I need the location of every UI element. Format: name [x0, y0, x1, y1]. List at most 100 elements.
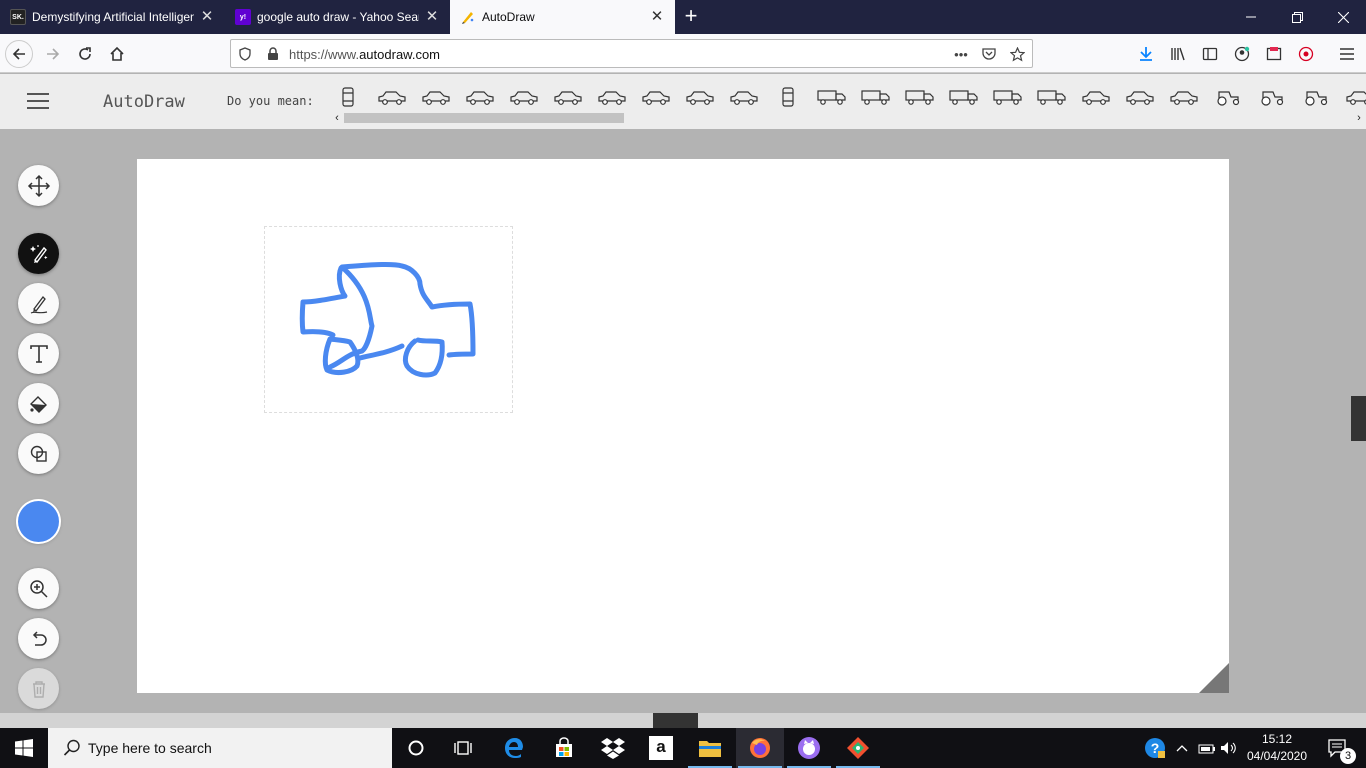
- addon-icon[interactable]: [1296, 44, 1316, 64]
- dropbox-icon[interactable]: [589, 728, 637, 768]
- lock-icon[interactable]: [265, 46, 281, 62]
- action-center-icon[interactable]: 3: [1318, 728, 1358, 768]
- bottom-panel-handle[interactable]: [653, 713, 698, 728]
- suggestion-minivan-icon[interactable]: [1342, 82, 1366, 112]
- color-picker-button[interactable]: [18, 501, 59, 542]
- autodraw-tool-button[interactable]: [18, 233, 59, 274]
- delete-button[interactable]: [18, 668, 59, 709]
- extension-icon[interactable]: [1264, 44, 1284, 64]
- suggestion-scrollbar[interactable]: ‹ ›: [330, 111, 1366, 125]
- reload-button[interactable]: [71, 40, 99, 68]
- suggestion-fire-truck-icon[interactable]: [902, 82, 938, 112]
- page-actions-icon[interactable]: •••: [953, 46, 969, 62]
- minimize-icon[interactable]: [1228, 0, 1274, 34]
- suggestion-sports-car-icon[interactable]: [418, 82, 454, 112]
- taskbar-clock[interactable]: 15:12 04/04/2020: [1244, 731, 1310, 765]
- task-view-icon[interactable]: [440, 728, 488, 768]
- forward-button[interactable]: [39, 40, 67, 68]
- windows-logo-icon: [15, 739, 33, 757]
- cortana-icon[interactable]: [392, 728, 440, 768]
- suggestion-car-front-icon[interactable]: [770, 82, 806, 112]
- suggestion-tractor-icon[interactable]: [1210, 82, 1246, 112]
- account-icon[interactable]: [1232, 44, 1252, 64]
- suggestion-coupe-icon[interactable]: [506, 82, 542, 112]
- browser-tab-bar: SK. Demystifying Artificial Intelligence…: [0, 0, 1366, 34]
- suggestion-farm-tractor-icon[interactable]: [1254, 82, 1290, 112]
- suggestion-trolley-icon[interactable]: [858, 82, 894, 112]
- chevron-up-icon[interactable]: [1172, 728, 1192, 768]
- suggestion-prompt: Do you mean:: [227, 94, 314, 108]
- home-button[interactable]: [103, 40, 131, 68]
- suggestion-limousine-icon[interactable]: [726, 82, 762, 112]
- suggestion-pickup-icon[interactable]: [1078, 82, 1114, 112]
- restore-icon[interactable]: [1274, 0, 1320, 34]
- suggestion-sedan-icon[interactable]: [550, 82, 586, 112]
- tab-title: AutoDraw: [482, 10, 535, 24]
- back-button[interactable]: [5, 40, 33, 68]
- suggestion-wagon-icon[interactable]: [1166, 82, 1202, 112]
- hamburger-menu-icon[interactable]: [27, 93, 49, 109]
- shield-icon[interactable]: [237, 46, 253, 62]
- tab-title: google auto draw - Yahoo Search: [257, 10, 419, 24]
- canvas-resize-handle[interactable]: [1199, 663, 1229, 693]
- suggestion-tractor-with-arm-icon[interactable]: [1298, 82, 1334, 112]
- move-tool-button[interactable]: [18, 165, 59, 206]
- menu-icon[interactable]: [1337, 44, 1357, 64]
- zoom-in-icon: [29, 579, 48, 598]
- amazon-icon[interactable]: a: [637, 728, 685, 768]
- close-tab-icon[interactable]: ✕: [199, 9, 215, 25]
- start-button[interactable]: [0, 728, 48, 768]
- suggestion-classic-car-icon[interactable]: [638, 82, 674, 112]
- tab-demystifying-ai[interactable]: SK. Demystifying Artificial Intelligence…: [0, 0, 225, 34]
- clock-time: 15:12: [1261, 732, 1293, 746]
- taskbar-search[interactable]: Type here to search: [48, 728, 392, 768]
- github-desktop-icon[interactable]: [785, 728, 833, 768]
- library-icon[interactable]: [1168, 44, 1188, 64]
- suggestion-suv-icon[interactable]: [682, 82, 718, 112]
- bookmark-star-icon[interactable]: [1009, 46, 1025, 62]
- scroll-left-arrow-icon[interactable]: ‹: [330, 111, 344, 125]
- address-bar[interactable]: https://www.autodraw.com •••: [230, 39, 1033, 68]
- car-doodle[interactable]: [137, 159, 1229, 693]
- type-tool-button[interactable]: [18, 333, 59, 374]
- suggestion-car-top-view-icon[interactable]: [330, 82, 366, 112]
- app-logo: AutoDraw: [103, 92, 185, 112]
- help-icon[interactable]: ?: [1142, 728, 1168, 768]
- suggestion-small-car-icon[interactable]: [462, 82, 498, 112]
- close-tab-icon[interactable]: ✕: [649, 9, 665, 25]
- windows-taskbar: Type here to search a ? 15:12 04/04/2020…: [0, 728, 1366, 768]
- pocket-icon[interactable]: [981, 46, 997, 62]
- downloads-icon[interactable]: [1136, 44, 1156, 64]
- suggestion-semi-truck-icon[interactable]: [1034, 82, 1070, 112]
- suggestion-race-car-icon[interactable]: [374, 82, 410, 112]
- suggestion-jeep-icon[interactable]: [1122, 82, 1158, 112]
- battery-icon[interactable]: [1196, 728, 1218, 768]
- edge-icon[interactable]: [490, 728, 538, 768]
- fill-tool-button[interactable]: [18, 383, 59, 424]
- suggestion-hatchback-icon[interactable]: [594, 82, 630, 112]
- store-icon[interactable]: [540, 728, 588, 768]
- scroll-right-arrow-icon[interactable]: ›: [1352, 111, 1366, 125]
- close-window-icon[interactable]: [1320, 0, 1366, 34]
- git-icon[interactable]: [834, 728, 882, 768]
- undo-button[interactable]: [18, 618, 59, 659]
- suggestion-long-truck-icon[interactable]: [946, 82, 982, 112]
- pencil-icon: [30, 295, 47, 314]
- new-tab-button[interactable]: +: [680, 5, 702, 27]
- draw-tool-button[interactable]: [18, 283, 59, 324]
- suggestion-bus-icon[interactable]: [814, 82, 850, 112]
- tab-yahoo-search[interactable]: y! google auto draw - Yahoo Search ✕: [225, 0, 450, 34]
- sidebar-icon[interactable]: [1200, 44, 1220, 64]
- file-explorer-icon[interactable]: [686, 728, 734, 768]
- zoom-tool-button[interactable]: [18, 568, 59, 609]
- scroll-thumb[interactable]: [344, 113, 624, 123]
- volume-icon[interactable]: [1218, 728, 1240, 768]
- side-panel-handle[interactable]: [1351, 396, 1366, 441]
- magic-pencil-icon: [29, 244, 47, 263]
- firefox-icon[interactable]: [736, 728, 784, 768]
- close-tab-icon[interactable]: ✕: [424, 9, 440, 25]
- drawing-canvas[interactable]: [137, 159, 1229, 693]
- shape-tool-button[interactable]: [18, 433, 59, 474]
- suggestion-tow-truck-icon[interactable]: [990, 82, 1026, 112]
- tab-autodraw[interactable]: AutoDraw ✕: [450, 0, 675, 34]
